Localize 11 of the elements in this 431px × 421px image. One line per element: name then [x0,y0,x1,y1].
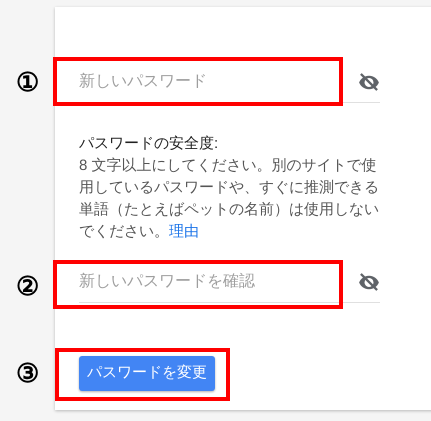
password-field[interactable]: 新しいパスワード [79,62,358,102]
password-hint: 8 文字以上にしてください。別のサイトで使用しているパスワードや、すぐに推測できる単語（たとえばペットの名前）は使用しないでください。理由 [79,156,380,242]
strength-heading: パスワードの安全度: [79,134,220,154]
eye-slash-icon[interactable] [358,273,380,291]
step-number: ② [16,273,39,299]
reason-link[interactable]: 理由 [169,223,199,240]
eye-slash-icon[interactable] [358,73,380,91]
step-number: ③ [16,360,39,386]
change-password-button[interactable]: パスワードを変更 [79,356,215,391]
step-number: ① [16,69,39,95]
password-field[interactable]: 新しいパスワードを確認 [79,262,358,302]
